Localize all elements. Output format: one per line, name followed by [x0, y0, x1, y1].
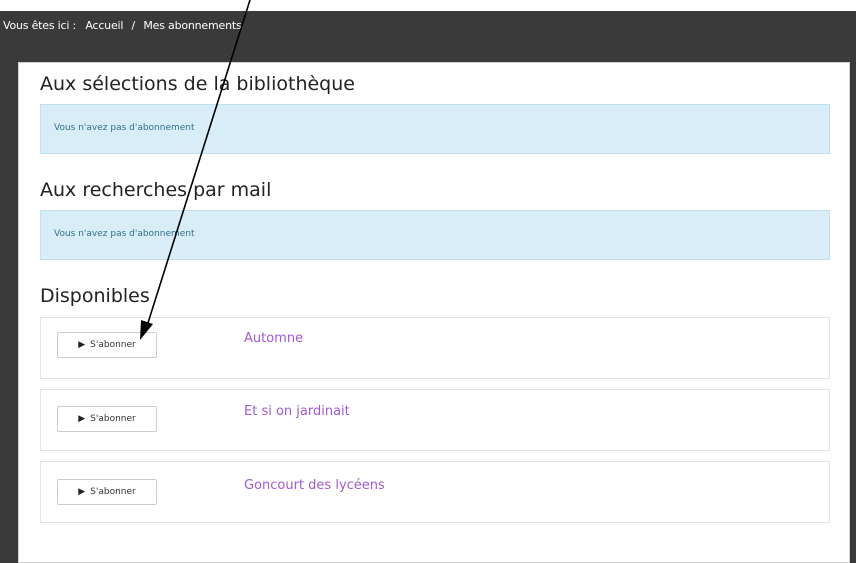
list-item: ▶ S'abonner Automne [40, 317, 830, 379]
library-empty-message: Vous n'avez pas d'abonnement [54, 123, 195, 133]
subscribe-button[interactable]: ▶ S'abonner [57, 332, 157, 358]
selection-link[interactable]: Goncourt des lycéens [244, 478, 385, 493]
breadcrumb: Vous êtes ici : Accueil / Mes abonnement… [3, 19, 242, 32]
subscribe-button[interactable]: ▶ S'abonner [57, 406, 157, 432]
subscribe-button[interactable]: ▶ S'abonner [57, 479, 157, 505]
play-icon: ▶ [78, 413, 86, 424]
breadcrumb-separator: / [131, 19, 136, 32]
list-item: ▶ S'abonner Et si on jardinait [40, 389, 830, 451]
library-empty-alert: Vous n'avez pas d'abonnement [40, 104, 830, 154]
available-section-title: Disponibles [40, 285, 150, 307]
searches-empty-alert: Vous n'avez pas d'abonnement [40, 210, 830, 260]
searches-empty-message: Vous n'avez pas d'abonnement [54, 229, 195, 239]
searches-section-title: Aux recherches par mail [40, 179, 272, 201]
subscriptions-panel: Aux sélections de la bibliothèque Vous n… [18, 62, 850, 563]
play-icon: ▶ [78, 339, 86, 350]
breadcrumb-current: Mes abonnements [143, 19, 242, 32]
selection-link[interactable]: Et si on jardinait [244, 404, 350, 419]
library-section-title: Aux sélections de la bibliothèque [40, 73, 355, 95]
breadcrumb-home-link[interactable]: Accueil [85, 19, 123, 32]
subscribe-button-label: S'abonner [90, 340, 136, 350]
content-frame: Aux sélections de la bibliothèque Vous n… [0, 56, 856, 563]
top-margin [0, 0, 856, 11]
subscribe-button-label: S'abonner [90, 487, 136, 497]
breadcrumb-prefix: Vous êtes ici : [3, 19, 77, 32]
list-item: ▶ S'abonner Goncourt des lycéens [40, 461, 830, 523]
breadcrumb-bar: Vous êtes ici : Accueil / Mes abonnement… [0, 11, 856, 56]
subscribe-button-label: S'abonner [90, 414, 136, 424]
play-icon: ▶ [78, 486, 86, 497]
selection-link[interactable]: Automne [244, 331, 303, 346]
